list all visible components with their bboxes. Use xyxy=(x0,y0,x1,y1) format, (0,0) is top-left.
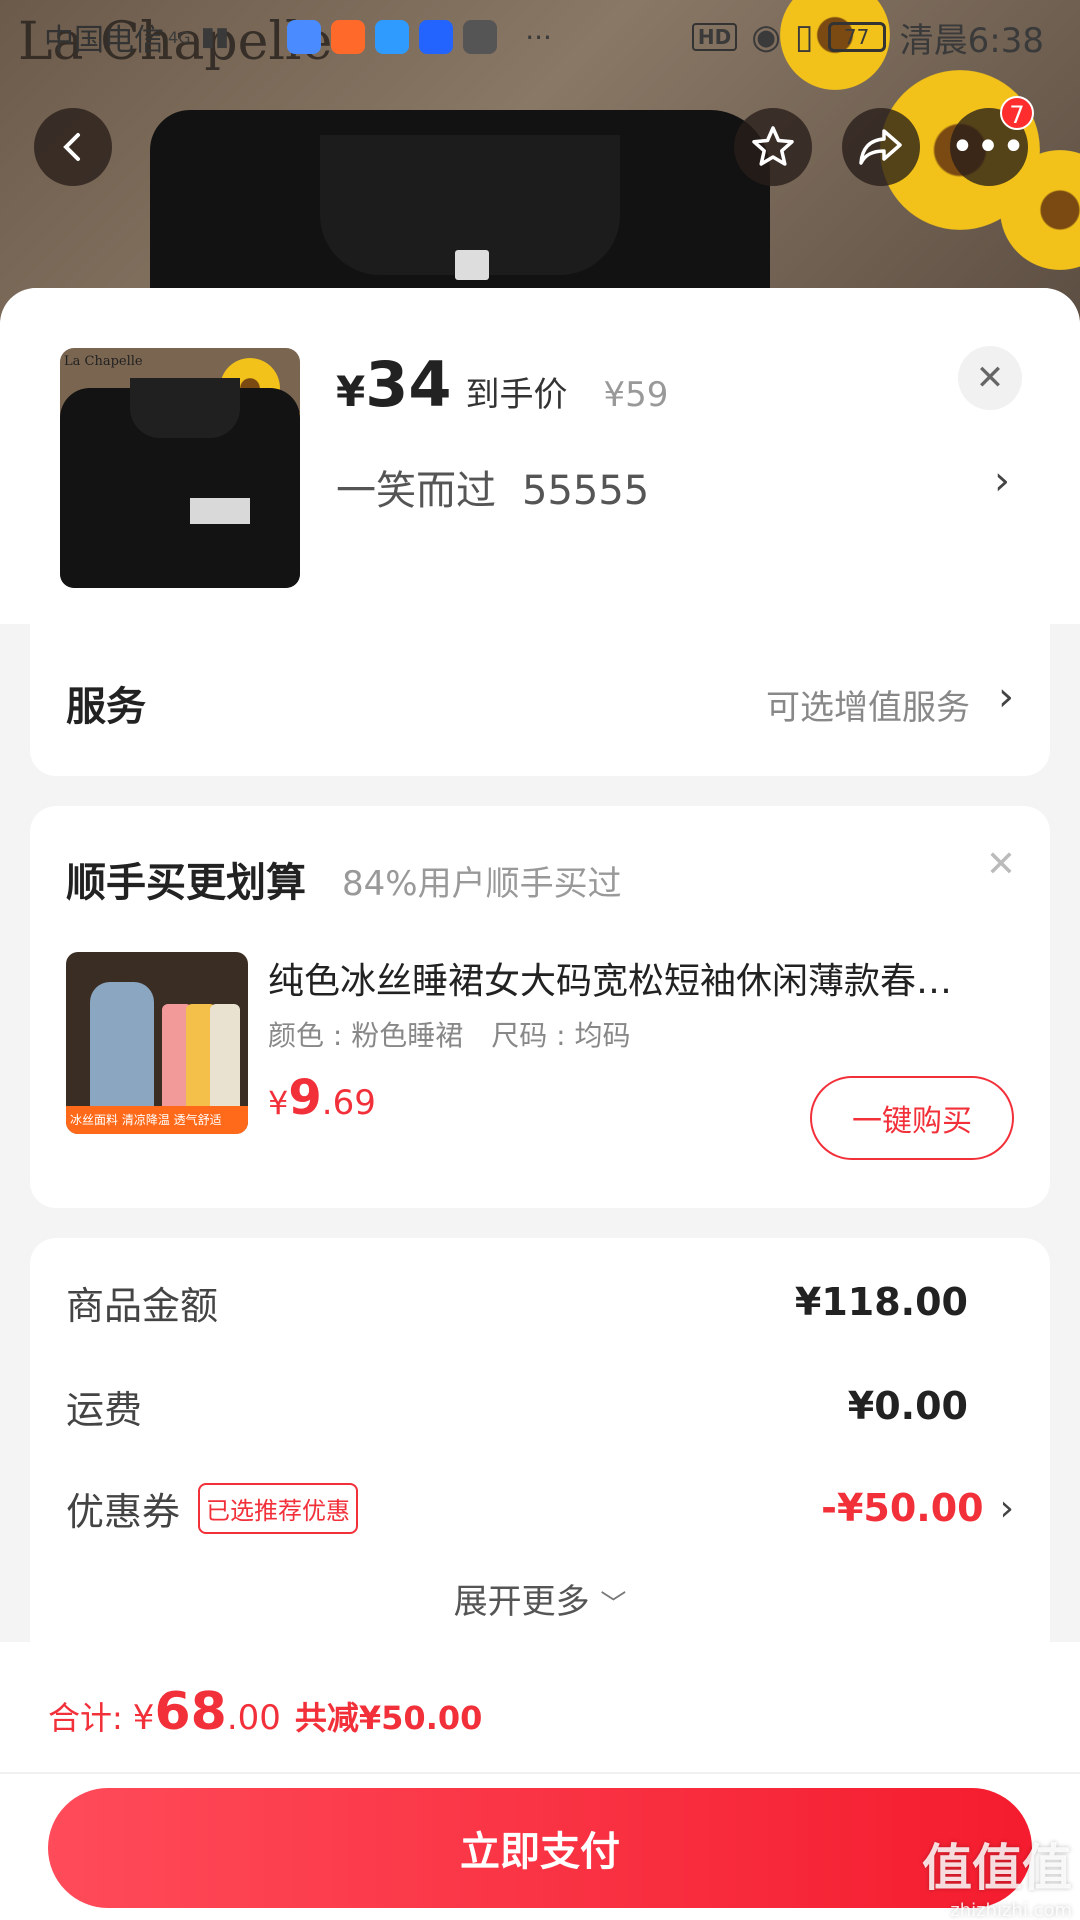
total-decimal: .00 xyxy=(226,1698,281,1738)
watermark-url: zhizhizhi.com xyxy=(950,1900,1072,1920)
upsell-card: 顺手买更划算 84%用户顺手买过 ✕ 冰丝面料 清凉降温 透气舒适 纯色冰丝睡裙… xyxy=(30,806,1050,1208)
thumb-brand: La Chapelle xyxy=(64,354,143,369)
chevron-right-icon[interactable]: › xyxy=(994,458,1010,504)
coupon-row[interactable]: 优惠券 已选推荐优惠 -¥50.00 › xyxy=(66,1478,1014,1538)
total-label: 合计: xyxy=(48,1699,123,1737)
coupon-label: 优惠券 xyxy=(66,1489,181,1534)
price-row: ¥ 34 到手价 ¥59 xyxy=(336,348,668,421)
close-icon: ✕ xyxy=(975,358,1005,398)
upsell-price-decimal: .69 xyxy=(321,1083,376,1123)
goods-amount-row: 商品金额 ¥118.00 xyxy=(66,1272,1014,1332)
total-currency: ¥ xyxy=(132,1698,155,1738)
vibrate-icon: ▯ xyxy=(794,17,814,57)
checkout-footer: 合计: ¥ 68 .00 共减¥50.00 立即支付 xyxy=(0,1642,1080,1920)
one-click-buy-button[interactable]: 一键购买 xyxy=(810,1076,1014,1160)
service-card[interactable]: 服务 可选增值服务 › xyxy=(30,624,1050,776)
signal-icon: ▮▮ xyxy=(200,22,230,52)
more-badge: 7 xyxy=(1000,96,1034,130)
star-icon xyxy=(752,126,794,166)
shirt-patch xyxy=(190,498,250,524)
shop-app-icon xyxy=(463,20,498,54)
upsell-price-currency: ¥ xyxy=(268,1084,289,1122)
k-app-icon xyxy=(419,20,454,54)
upsell-subtitle: 84%用户顺手买过 xyxy=(342,864,622,904)
hd-indicator: HD xyxy=(691,23,738,51)
service-option-text: 可选增值服务 xyxy=(766,688,970,728)
chevron-right-icon: › xyxy=(999,1487,1014,1529)
selected-variant[interactable]: 一笑而过 55555 xyxy=(336,458,675,516)
chevron-right-icon: › xyxy=(998,674,1014,720)
shirt-tag xyxy=(455,250,489,280)
shipping-label: 运费 xyxy=(66,1387,143,1432)
carrier-text: 中国电信 xyxy=(44,23,164,58)
expand-more-button[interactable]: 展开更多 ﹀ xyxy=(30,1574,1050,1623)
goods-amount-value: ¥118.00 xyxy=(794,1280,968,1324)
total-integer: 68 xyxy=(154,1682,227,1742)
upsell-title: 顺手买更划算 xyxy=(66,860,306,906)
product-thumbnail[interactable]: La Chapelle xyxy=(60,348,300,588)
upsell-product-name[interactable]: 纯色冰丝睡裙女大码宽松短袖休闲薄款春… xyxy=(268,952,1008,1004)
goods-amount-label: 商品金额 xyxy=(66,1283,219,1328)
pay-now-button[interactable]: 立即支付 xyxy=(48,1788,1032,1908)
site-watermark: 值值值 zhizhizhi.com xyxy=(922,1828,1072,1920)
eye-icon: ◉ xyxy=(751,17,781,57)
price-currency: ¥ xyxy=(336,367,366,416)
favorite-button[interactable] xyxy=(734,108,812,186)
variant-color: 一笑而过 xyxy=(336,468,496,514)
chevron-down-icon: ﹀ xyxy=(600,1590,627,1620)
more-notifications-icon: ··· xyxy=(525,20,552,54)
final-price-label: 到手价 xyxy=(465,375,568,415)
divider xyxy=(0,1772,1080,1774)
music-app-icon xyxy=(287,20,322,54)
upsell-specs: 颜色 : 粉色睡裙 尺码 : 均码 xyxy=(268,1014,659,1054)
status-bar: 中国电信 4G ▮▮ ··· HD ◉ ▯ 77 清晨6:38 xyxy=(0,0,1080,74)
service-title: 服务 xyxy=(66,684,146,730)
coupon-tag: 已选推荐优惠 xyxy=(198,1482,359,1534)
original-price: ¥59 xyxy=(603,375,669,415)
battery-indicator: 77 xyxy=(827,22,886,52)
notification-app-icons xyxy=(287,20,498,54)
clock: 清晨6:38 xyxy=(899,20,1044,61)
upsell-image-band: 冰丝面料 清凉降温 透气舒适 xyxy=(66,1106,248,1134)
upsell-spec-color: 颜色 : 粉色睡裙 xyxy=(268,1019,464,1052)
total-row: 合计: ¥ 68 .00 共减¥50.00 xyxy=(48,1682,482,1742)
variant-size: 55555 xyxy=(522,468,650,514)
close-button[interactable]: ✕ xyxy=(958,346,1022,410)
product-summary-card: La Chapelle ¥ 34 到手价 ¥59 一笑而过 55555 › ✕ xyxy=(0,288,1080,624)
shipping-value: ¥0.00 xyxy=(847,1384,968,1428)
upsell-product-image[interactable]: 冰丝面料 清凉降温 透气舒适 xyxy=(66,952,248,1134)
total-saved: 共减¥50.00 xyxy=(294,1699,483,1737)
share-icon xyxy=(859,129,902,165)
upsell-close-icon[interactable]: ✕ xyxy=(986,844,1016,885)
final-price: 34 xyxy=(365,348,452,421)
coupon-value: -¥50.00 xyxy=(821,1486,984,1530)
upsell-price-integer: 9 xyxy=(288,1070,322,1126)
network-type: 4G xyxy=(168,27,191,47)
upsell-price: ¥ 9 .69 xyxy=(268,1070,376,1126)
upsell-spec-size: 尺码 : 均码 xyxy=(491,1019,631,1052)
chevron-left-icon xyxy=(63,133,80,161)
sku-sheet: La Chapelle ¥ 34 到手价 ¥59 一笑而过 55555 › ✕ 服… xyxy=(0,288,1080,1648)
more-button[interactable]: ••• 7 xyxy=(950,96,1034,186)
shipping-row: 运费 ¥0.00 xyxy=(66,1376,1014,1436)
more-dots-icon: ••• xyxy=(950,124,1028,170)
back-button[interactable] xyxy=(34,108,112,186)
collar-shape xyxy=(130,378,240,438)
watermark-text: 值值值 xyxy=(922,1839,1072,1897)
video-app-icon xyxy=(331,20,366,54)
browser-app-icon xyxy=(375,20,410,54)
order-summary-card: 商品金额 ¥118.00 运费 ¥0.00 优惠券 已选推荐优惠 -¥50.00… xyxy=(30,1238,1050,1648)
expand-more-label: 展开更多 xyxy=(453,1582,590,1622)
share-button[interactable] xyxy=(842,108,920,186)
